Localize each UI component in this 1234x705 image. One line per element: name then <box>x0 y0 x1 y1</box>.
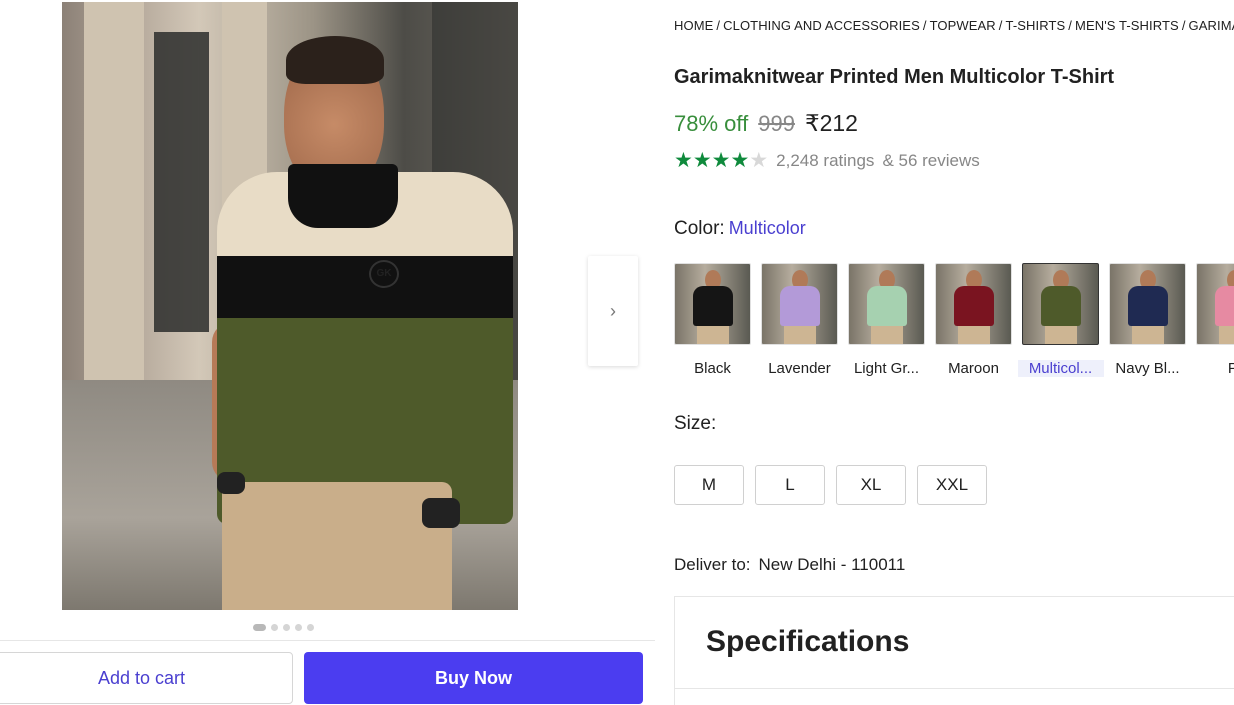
color-swatch[interactable]: Lavender <box>761 263 838 377</box>
color-swatch-label: Black <box>694 360 731 377</box>
breadcrumb-separator: / <box>1181 18 1186 33</box>
product-details: HOME / CLOTHING AND ACCESSORIES / TOPWEAR / T-… <box>674 0 1234 705</box>
product-gallery: GK › Add to cart Buy Now <box>0 0 655 705</box>
color-swatch-thumbnail <box>1022 263 1099 345</box>
breadcrumb-separator: / <box>922 18 927 33</box>
breadcrumb-link[interactable]: T-SHIRTS <box>1006 18 1066 33</box>
product-title: Garimaknitwear Printed Men Multicolor T-… <box>674 66 1115 88</box>
size-option-button[interactable]: XL <box>836 465 906 505</box>
thumbnail-pants <box>1045 326 1077 344</box>
next-image-button[interactable]: › <box>588 256 638 366</box>
pagination-dot[interactable] <box>295 624 302 631</box>
size-option-button[interactable]: M <box>674 465 744 505</box>
thumbnail-shirt <box>693 286 733 326</box>
discount-percent: 78% off <box>674 111 749 136</box>
thumbnail-pants <box>958 326 990 344</box>
size-label: Size: <box>674 413 717 434</box>
reviews-count[interactable]: & 56 reviews <box>882 151 979 171</box>
color-swatch-thumbnail <box>935 263 1012 345</box>
delivery-location[interactable]: New Delhi - 110011 <box>759 555 906 574</box>
color-swatch-label: Pi <box>1192 360 1234 377</box>
color-swatch-list: Black Lavender Light Gr... Maroon Multicol..… <box>674 263 1234 377</box>
thumbnail-shirt <box>1215 286 1234 326</box>
color-swatch[interactable]: Maroon <box>935 263 1012 377</box>
specifications-section: Specifications <box>674 596 1234 705</box>
image-watch <box>422 498 460 528</box>
size-option-button[interactable]: L <box>755 465 825 505</box>
pagination-dot[interactable] <box>307 624 314 631</box>
breadcrumb-link[interactable]: TOPWEAR <box>930 18 996 33</box>
star-icon: ★ <box>749 149 769 172</box>
deliver-to-label: Deliver to: <box>674 555 751 574</box>
thumbnail-shirt <box>867 286 907 326</box>
color-swatch[interactable]: Multicol... <box>1017 263 1104 377</box>
breadcrumb-link[interactable]: GARIMAKNITWEAR T-SHIRTS <box>1189 18 1234 33</box>
color-swatch-label: Light Gr... <box>853 360 920 377</box>
color-swatch[interactable]: Black <box>674 263 751 377</box>
star-icon: ★ <box>674 149 693 172</box>
buy-now-button[interactable]: Buy Now <box>304 652 643 704</box>
color-swatch-label: Lavender <box>768 360 831 377</box>
breadcrumb-separator: / <box>1068 18 1073 33</box>
image-shirt-logo: GK <box>369 260 399 288</box>
breadcrumb-separator: / <box>998 18 1003 33</box>
size-options: M L XL XXL <box>674 465 987 505</box>
section-divider <box>675 688 1234 689</box>
add-to-cart-button[interactable]: Add to cart <box>0 652 293 704</box>
thumbnail-pants <box>871 326 903 344</box>
image-bracelet <box>217 472 245 494</box>
color-swatch-label: Maroon <box>948 360 999 377</box>
breadcrumb-link[interactable]: CLOTHING AND ACCESSORIES <box>723 18 920 33</box>
thumbnail-pants <box>697 326 729 344</box>
original-price: 999 <box>758 111 795 136</box>
color-swatch[interactable]: Navy Bl... <box>1109 263 1186 377</box>
thumbnail-shirt <box>1128 286 1168 326</box>
ratings-count[interactable]: 2,248 ratings <box>776 151 874 171</box>
color-swatch-thumbnail <box>761 263 838 345</box>
color-swatch-thumbnail <box>674 263 751 345</box>
image-pagination-dots <box>253 624 314 631</box>
color-swatch-label: Multicol... <box>1017 360 1104 377</box>
rating-row: ★ ★ ★ ★ ★ 2,248 ratings & 56 reviews <box>674 150 980 171</box>
thumbnail-pants <box>784 326 816 344</box>
breadcrumb-link[interactable]: HOME <box>674 18 713 33</box>
thumbnail-shirt <box>1041 286 1081 326</box>
color-swatch-label: Navy Bl... <box>1115 360 1180 377</box>
pagination-dot[interactable] <box>271 624 278 631</box>
image-building-pillar <box>84 2 144 382</box>
color-swatch-thumbnail <box>1196 263 1234 345</box>
breadcrumb-link[interactable]: MEN'S T-SHIRTS <box>1075 18 1179 33</box>
thumbnail-pants <box>1219 326 1234 344</box>
image-pants <box>222 482 452 610</box>
star-rating: ★ ★ ★ ★ ★ <box>674 150 768 171</box>
color-label: Color: Multicolor <box>674 218 806 240</box>
color-swatch[interactable]: Light Gr... <box>848 263 925 377</box>
star-icon: ★ <box>711 149 731 172</box>
chevron-right-icon: › <box>610 300 616 321</box>
breadcrumb: HOME / CLOTHING AND ACCESSORIES / TOPWEAR / T-… <box>674 18 1234 33</box>
selected-color: Multicolor <box>728 218 806 238</box>
price-row: 78% off 999 ₹212 <box>674 110 858 137</box>
product-image[interactable]: GK <box>62 2 518 610</box>
selling-price: ₹212 <box>804 110 858 136</box>
thumbnail-shirt <box>954 286 994 326</box>
size-option-button[interactable]: XXL <box>917 465 987 505</box>
color-swatch[interactable]: Pi <box>1196 263 1234 377</box>
breadcrumb-separator: / <box>716 18 721 33</box>
thumbnail-shirt <box>780 286 820 326</box>
delivery-info: Deliver to: New Delhi - 110011 <box>674 555 905 575</box>
image-hair <box>286 36 384 84</box>
pagination-dot[interactable] <box>283 624 290 631</box>
color-label-text: Color: <box>674 218 725 239</box>
star-icon: ★ <box>692 149 712 172</box>
thumbnail-pants <box>1132 326 1164 344</box>
pagination-dot[interactable] <box>253 624 266 631</box>
image-window <box>154 32 209 332</box>
image-collar <box>288 164 398 228</box>
action-bar: Add to cart Buy Now <box>0 640 655 705</box>
specifications-title: Specifications <box>706 625 910 658</box>
color-swatch-thumbnail <box>1109 263 1186 345</box>
color-swatch-thumbnail <box>848 263 925 345</box>
star-icon: ★ <box>730 149 750 172</box>
